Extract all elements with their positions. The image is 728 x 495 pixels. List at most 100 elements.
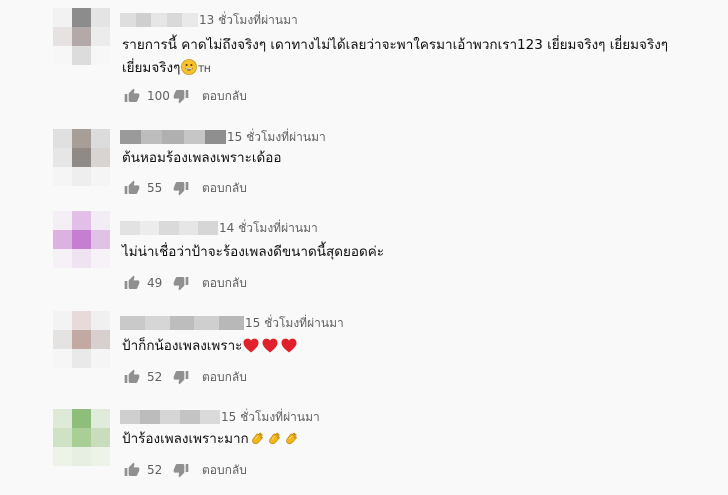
author-name[interactable]	[120, 13, 198, 27]
name-pixel	[178, 221, 199, 235]
comment-text: ป้าก็กน้องเพลงเพราะ	[122, 335, 300, 361]
avatar-pixel	[53, 249, 72, 268]
comment-thread-5: 15 ชั่วโมงที่ผ่านมา ป้าร้องเพลงเพราะมาก …	[0, 409, 728, 489]
thumbs-down-icon[interactable]	[173, 462, 189, 478]
thumbs-up-icon[interactable]	[124, 275, 140, 291]
comment-timestamp[interactable]: 15 ชั่วโมงที่ผ่านมา	[245, 314, 344, 333]
avatar-pixel	[91, 311, 110, 330]
like-count: 55	[147, 181, 163, 195]
reply-button[interactable]: ตอบกลับ	[202, 179, 247, 198]
thumbs-down-icon[interactable]	[173, 88, 189, 104]
comment-actions: 52 ตอบกลับ	[124, 368, 247, 386]
avatar-pixel	[53, 167, 72, 186]
avatar-pixel	[72, 230, 91, 249]
avatar-pixel	[72, 349, 91, 368]
avatar-pixel	[53, 8, 72, 27]
like-count: 52	[147, 463, 163, 477]
avatar-pixel	[53, 311, 72, 330]
comment-text: ไม่น่าเชื่อว่าป้าจะร้องเพลงดีขนาดนี้สุดย…	[122, 241, 384, 264]
comment-actions: 100 ตอบกลับ	[124, 87, 247, 105]
avatar-pixel	[53, 447, 72, 466]
avatar-pixel	[91, 148, 110, 167]
comment-text-line: ป้าร้องเพลงเพราะมาก	[122, 431, 249, 447]
avatar-pixel	[91, 167, 110, 186]
avatar[interactable]	[53, 129, 110, 186]
name-pixel	[120, 316, 145, 330]
comment-text: ป้าร้องเพลงเพราะมาก	[122, 428, 301, 454]
comment-thread-3: 14 ชั่วโมงที่ผ่านมา ไม่น่าเชื่อว่าป้าจะร…	[0, 211, 728, 291]
comment-timestamp[interactable]: 13 ชั่วโมงที่ผ่านมา	[199, 11, 298, 30]
name-pixel	[166, 13, 183, 27]
comment-header: 14 ชั่วโมงที่ผ่านมา	[120, 220, 318, 236]
avatar-pixel	[91, 409, 110, 428]
avatar-pixel	[91, 8, 110, 27]
avatar-pixel	[53, 230, 72, 249]
comment-timestamp[interactable]: 15 ชั่วโมงที่ผ่านมา	[221, 408, 320, 427]
avatar[interactable]	[53, 211, 110, 268]
avatar-pixel	[72, 167, 91, 186]
author-name[interactable]	[120, 130, 226, 144]
author-name[interactable]	[120, 221, 218, 235]
avatar-pixel	[72, 27, 91, 46]
comment-text: ต้นหอมร้องเพลงเพราะเด้ออ	[122, 147, 281, 170]
comment-thread-2: 15 ชั่วโมงที่ผ่านมา ต้นหอมร้องเพลงเพราะเ…	[0, 129, 728, 199]
avatar-pixel	[72, 249, 91, 268]
name-pixel	[198, 221, 218, 235]
name-pixel	[200, 410, 220, 424]
avatar[interactable]	[53, 8, 110, 65]
comment-timestamp[interactable]: 14 ชั่วโมงที่ผ่านมา	[219, 219, 318, 238]
comment-header: 13 ชั่วโมงที่ผ่านมา	[120, 12, 298, 28]
name-pixel	[120, 130, 142, 144]
thumbs-up-icon[interactable]	[124, 88, 140, 104]
avatar-pixel	[91, 447, 110, 466]
red-heart-emoji-icon	[243, 338, 300, 361]
avatar-pixel	[72, 447, 91, 466]
comment-text-line: ต้นหอมร้องเพลงเพราะเด้ออ	[122, 150, 282, 166]
avatar-pixel	[91, 230, 110, 249]
name-pixel	[141, 130, 163, 144]
thumbs-down-icon[interactable]	[173, 369, 189, 385]
author-name[interactable]	[120, 316, 244, 330]
language-tag: TH	[198, 65, 211, 75]
author-name[interactable]	[120, 410, 220, 424]
comment-timestamp[interactable]: 15 ชั่วโมงที่ผ่านมา	[227, 128, 326, 147]
thumbs-down-icon[interactable]	[173, 275, 189, 291]
reply-button[interactable]: ตอบกลับ	[202, 87, 247, 106]
comment-text: รายการนี้ คาดไม่ถึงจริงๆ เดาทางไม่ได้เลย…	[122, 34, 668, 83]
avatar-pixel	[91, 129, 110, 148]
avatar-pixel	[53, 27, 72, 46]
comment-header: 15 ชั่วโมงที่ผ่านมา	[120, 409, 320, 425]
thumbs-up-icon[interactable]	[124, 369, 140, 385]
thumbs-up-icon[interactable]	[124, 180, 140, 196]
avatar-pixel	[53, 211, 72, 230]
name-pixel	[135, 13, 152, 27]
like-count: 49	[147, 276, 163, 290]
avatar-pixel	[72, 129, 91, 148]
avatar[interactable]	[53, 311, 110, 368]
name-pixel	[140, 410, 160, 424]
comment-thread-4: 15 ชั่วโมงที่ผ่านมา ป้าก็กน้องเพลงเพราะ …	[0, 311, 728, 391]
avatar-pixel	[53, 46, 72, 65]
name-pixel	[120, 410, 140, 424]
thumbs-up-icon[interactable]	[124, 462, 140, 478]
comment-thread-1: 13 ชั่วโมงที่ผ่านมา รายการนี้ คาดไม่ถึงจ…	[0, 8, 728, 108]
avatar-pixel	[72, 428, 91, 447]
comment-text-line: ไม่น่าเชื่อว่าป้าจะร้องเพลงดีขนาดนี้สุดย…	[122, 244, 385, 260]
reply-button[interactable]: ตอบกลับ	[202, 461, 247, 480]
comment-actions: 52 ตอบกลับ	[124, 461, 247, 479]
avatar-pixel	[53, 148, 72, 167]
avatar-pixel	[91, 211, 110, 230]
reply-button[interactable]: ตอบกลับ	[202, 368, 247, 387]
comment-header: 15 ชั่วโมงที่ผ่านมา	[120, 315, 344, 331]
avatar[interactable]	[53, 409, 110, 466]
name-pixel	[162, 130, 184, 144]
thumbs-down-icon[interactable]	[173, 180, 189, 196]
comment-header: 15 ชั่วโมงที่ผ่านมา	[120, 129, 326, 145]
avatar-pixel	[72, 46, 91, 65]
reply-button[interactable]: ตอบกลับ	[202, 274, 247, 293]
like-count: 100	[147, 89, 170, 103]
avatar-pixel	[91, 428, 110, 447]
name-pixel	[182, 13, 198, 27]
avatar-pixel	[72, 330, 91, 349]
clapping-hands-emoji-icon	[250, 431, 301, 454]
